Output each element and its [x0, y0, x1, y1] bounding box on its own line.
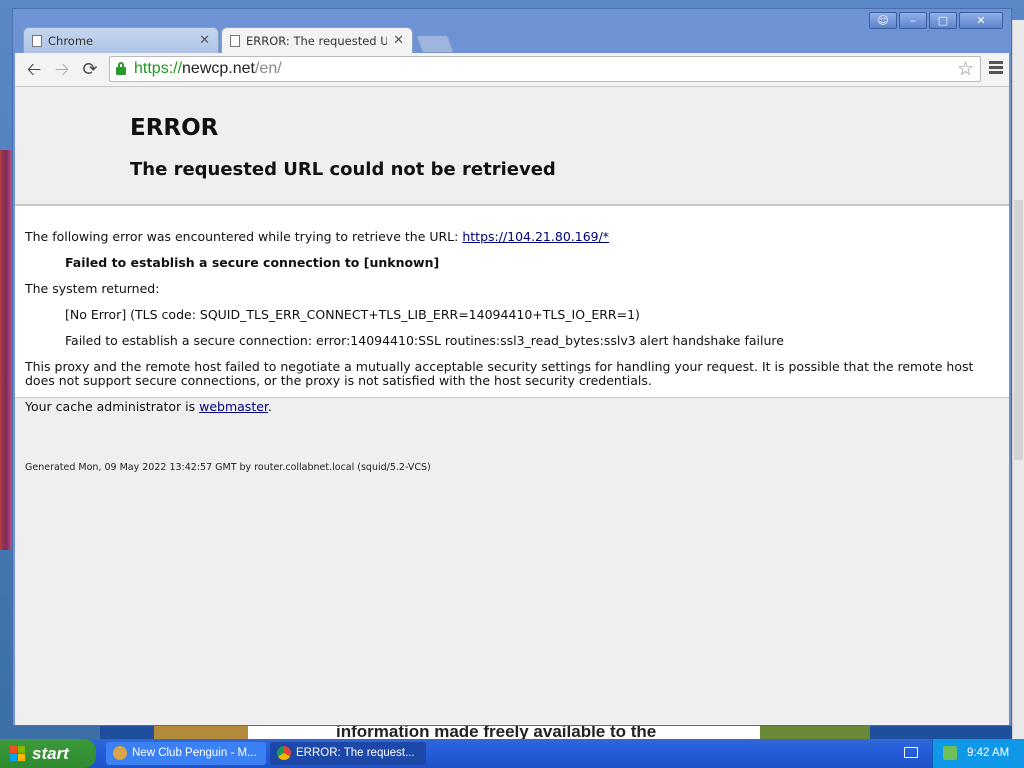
address-bar[interactable]: https://newcp.net/en/ ☆ — [109, 56, 981, 82]
minimize-button[interactable]: – — [899, 12, 927, 29]
chrome-icon — [277, 746, 291, 760]
page-content: ERROR The requested URL could not be ret… — [15, 87, 1009, 725]
background-image-left — [154, 724, 248, 740]
error-title: ERROR — [130, 115, 219, 141]
tls-detail: Failed to establish a secure connection:… — [65, 333, 784, 348]
menu-icon[interactable] — [989, 61, 1003, 76]
taskbar-item-chrome-error[interactable]: ERROR: The request... — [270, 742, 426, 765]
bookmark-star-icon[interactable]: ☆ — [957, 58, 974, 82]
error-header: ERROR The requested URL could not be ret… — [15, 87, 1009, 204]
tab-label: ERROR: The requested URL — [246, 33, 388, 48]
lock-icon — [116, 62, 126, 75]
keyboard-icon[interactable] — [904, 747, 918, 758]
scrollbar-thumb[interactable] — [1014, 200, 1023, 460]
tab-chrome[interactable]: Chrome ✕ — [23, 27, 219, 53]
system-tray: 9:42 AM — [932, 739, 1024, 768]
intro-prefix: The following error was encountered whil… — [25, 229, 463, 244]
url-host: newcp.net — [182, 60, 255, 77]
tab-error[interactable]: ERROR: The requested URL ✕ — [221, 27, 413, 53]
tls-code: [No Error] (TLS code: SQUID_TLS_ERR_CONN… — [65, 307, 640, 322]
explanation-line-2: does not support secure connections, or … — [25, 373, 652, 388]
error-message: The following error was encountered whil… — [15, 204, 1009, 414]
tab-label: Chrome — [48, 33, 94, 48]
start-label: start — [32, 744, 69, 763]
user-profile-icon[interactable]: ☺ — [869, 12, 897, 29]
intro-text: The following error was encountered whil… — [25, 230, 609, 244]
webmaster-link[interactable]: webmaster — [199, 399, 268, 414]
tab-strip: Chrome ✕ ERROR: The requested URL ✕ — [23, 27, 623, 55]
generated-footer: Generated Mon, 09 May 2022 13:42:57 GMT … — [25, 462, 431, 473]
url-path: /en/ — [254, 60, 282, 77]
close-tab-icon[interactable]: ✕ — [199, 33, 210, 48]
failed-url-link[interactable]: https://104.21.80.169/* — [462, 229, 609, 244]
maximize-button[interactable]: □ — [929, 12, 957, 29]
reload-icon[interactable]: ⟳ — [79, 59, 101, 81]
new-tab-button[interactable] — [415, 35, 455, 53]
task-label: ERROR: The request... — [296, 747, 415, 759]
network-icon[interactable] — [943, 746, 957, 760]
admin-prefix: Your cache administrator is — [25, 399, 200, 414]
forward-arrow-icon[interactable]: 🡢 — [51, 59, 73, 81]
taskbar: start New Club Penguin - M... ERROR: The… — [0, 739, 1024, 768]
error-subtitle: The requested URL could not be retrieved — [130, 159, 556, 180]
system-returned-label: The system returned: — [25, 281, 160, 296]
window-controls: ☺ – □ ✕ — [869, 12, 1003, 29]
failure-reason: Failed to establish a secure connection … — [65, 255, 440, 270]
start-button[interactable]: start — [0, 739, 96, 768]
close-tab-icon[interactable]: ✕ — [393, 33, 404, 48]
background-partial-text: information made freely available to the — [336, 724, 657, 740]
desktop-scrollbar[interactable] — [1012, 20, 1024, 740]
back-arrow-icon[interactable]: 🡠 — [23, 59, 45, 81]
close-window-button[interactable]: ✕ — [959, 12, 1003, 29]
document-icon — [32, 34, 42, 47]
url-scheme: https:// — [134, 60, 183, 77]
background-window-fragment: information made freely available to the — [100, 724, 1020, 740]
background-window-edge — [0, 150, 12, 550]
document-icon — [230, 34, 240, 47]
app-icon — [113, 746, 127, 760]
task-label: New Club Penguin - M... — [132, 747, 257, 759]
clock: 9:42 AM — [967, 747, 1010, 759]
admin-text: Your cache administrator is webmaster. — [25, 400, 272, 414]
admin-suffix: . — [267, 399, 272, 414]
windows-flag-icon — [10, 746, 26, 761]
chrome-window: ☺ – □ ✕ Chrome ✕ ERROR: The requested UR… — [12, 8, 1012, 726]
taskbar-item-club-penguin[interactable]: New Club Penguin - M... — [106, 742, 266, 765]
browser-toolbar: 🡠 🡢 ⟳ https://newcp.net/en/ ☆ — [15, 53, 1009, 87]
background-image-right — [760, 724, 870, 740]
explanation-line-1: This proxy and the remote host failed to… — [25, 359, 974, 374]
